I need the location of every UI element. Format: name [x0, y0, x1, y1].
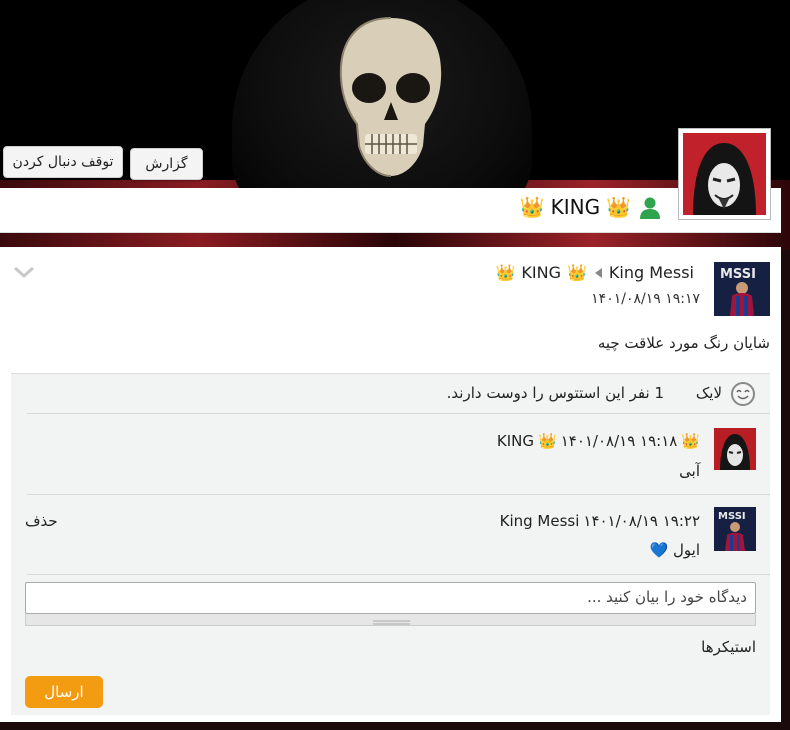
author-avatar[interactable]: MSSI: [714, 262, 770, 316]
profile-name-bar: 👑 KING 👑: [0, 188, 781, 233]
status-author-name[interactable]: King Messi: [609, 263, 694, 282]
likes-summary[interactable]: 1 نفر این استتوس را دوست دارند.: [447, 384, 664, 402]
comment-text: آبی: [679, 462, 700, 480]
user-icon: [640, 197, 660, 219]
hooded-mask-avatar-icon: [683, 133, 766, 215]
crown-icon: 👑: [519, 195, 545, 219]
comment-author-name[interactable]: KING: [497, 432, 534, 450]
divider: [27, 574, 770, 575]
crown-icon: 👑: [495, 263, 516, 282]
profile-name-text: KING: [550, 195, 601, 219]
status-text: شایان رنگ مورد علاقت چیه: [597, 334, 770, 352]
grip-icon: [373, 620, 410, 625]
unfollow-button[interactable]: توقف دنبال کردن: [3, 146, 123, 178]
comment-input[interactable]: دیدگاه خود را بیان کنید ...: [25, 582, 756, 614]
messi-avatar-icon: MSSI: [714, 507, 756, 551]
chevron-down-icon[interactable]: [12, 264, 36, 280]
send-button-label: ارسال: [44, 683, 84, 701]
comment-author-name[interactable]: King Messi: [500, 512, 580, 530]
hooded-mask-avatar-icon: [714, 428, 756, 470]
caret-left-icon: [594, 267, 602, 278]
svg-text:MSSI: MSSI: [720, 267, 756, 282]
smiley-love-icon[interactable]: [731, 382, 755, 406]
crown-icon: 👑: [606, 195, 631, 219]
send-button[interactable]: ارسال: [25, 676, 103, 708]
skull-image: [339, 17, 442, 177]
comment-avatar[interactable]: [714, 428, 756, 470]
comment-timestamp: ۱۴۰۱/۰۸/۱۹ ۱۹:۲۲: [583, 512, 700, 530]
report-button-label: گزارش: [145, 156, 188, 172]
comment-avatar[interactable]: MSSI: [714, 507, 756, 551]
unfollow-button-label: توقف دنبال کردن: [12, 154, 114, 170]
svg-text:MSSI: MSSI: [718, 511, 746, 522]
comment-header: King Messi ۱۴۰۱/۰۸/۱۹ ۱۹:۲۲: [500, 512, 700, 530]
messi-avatar-icon: MSSI: [714, 262, 770, 316]
comment-input-placeholder: دیدگاه خود را بیان کنید ...: [587, 588, 747, 606]
report-button[interactable]: گزارش: [130, 148, 203, 180]
like-button[interactable]: لایک: [696, 384, 722, 402]
comment-timestamp: ۱۴۰۱/۰۸/۱۹ ۱۹:۱۸: [560, 432, 678, 450]
resize-handle[interactable]: [25, 614, 756, 626]
delete-comment-button[interactable]: حذف: [25, 512, 58, 530]
comment-header: KING 👑 ۱۴۰۱/۰۸/۱۹ ۱۹:۱۸ 👑: [497, 432, 700, 450]
status-target-name[interactable]: KING: [521, 263, 561, 282]
divider: [27, 413, 770, 414]
crown-icon: 👑: [538, 432, 557, 450]
stickers-link[interactable]: استیکرها: [701, 638, 756, 656]
status-timestamp: ۱۴۰۱/۰۸/۱۹ ۱۹:۱۷: [591, 291, 700, 307]
profile-name[interactable]: 👑 KING 👑: [520, 194, 663, 220]
crown-icon: 👑: [566, 263, 587, 282]
comment-text: ایول 💙: [649, 541, 700, 559]
crown-icon: 👑: [681, 432, 700, 450]
status-header: 👑 KING 👑 King Messi: [495, 263, 694, 282]
divider: [27, 494, 770, 495]
profile-avatar[interactable]: [678, 128, 771, 220]
